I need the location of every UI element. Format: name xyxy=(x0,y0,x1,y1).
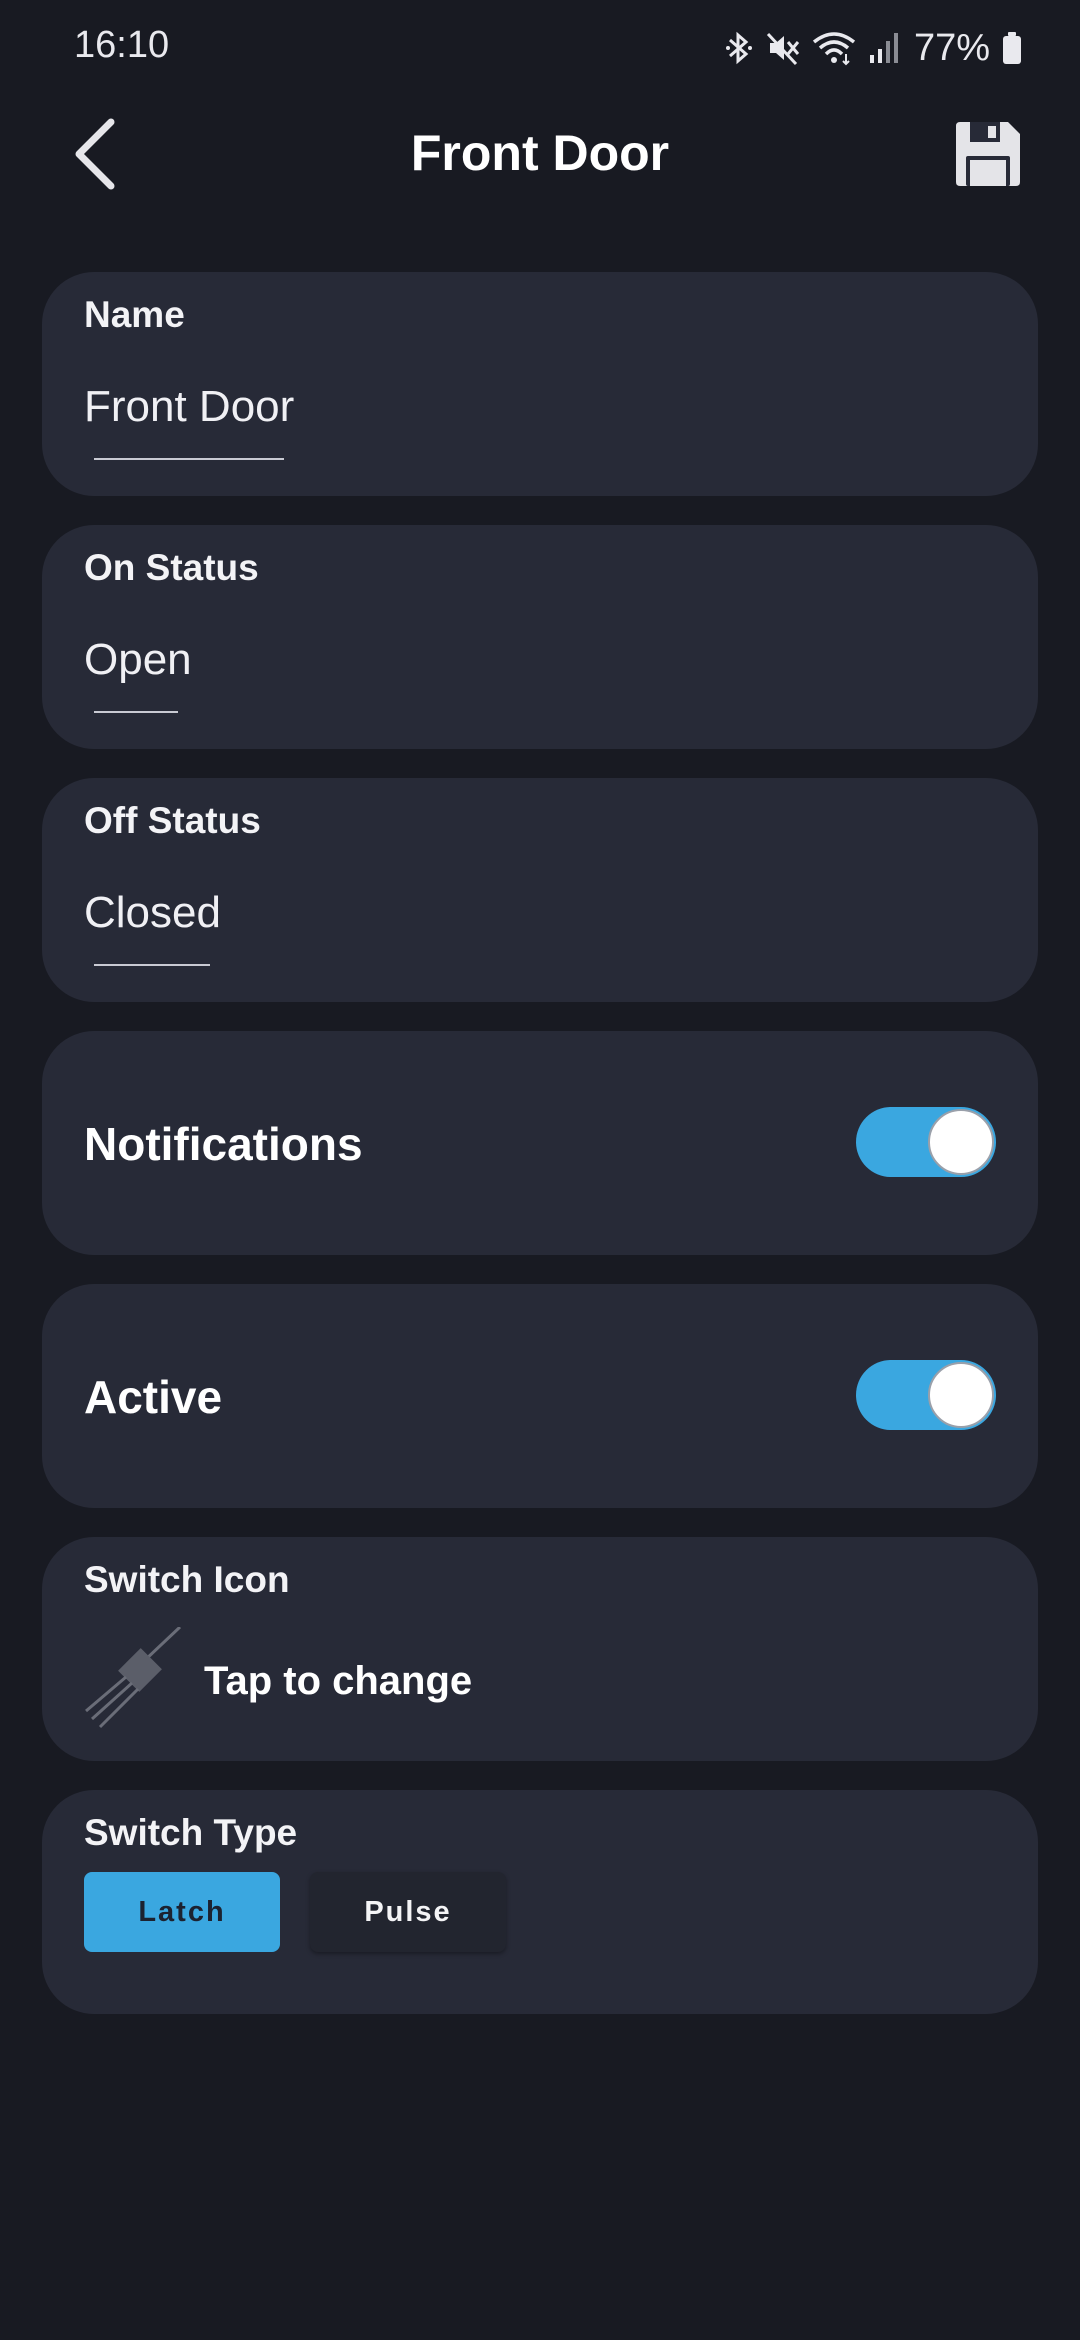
wifi-icon xyxy=(812,30,856,66)
save-button[interactable] xyxy=(946,114,1030,198)
switch-type-card: Switch Type Latch Pulse xyxy=(42,1790,1038,2014)
on-status-label: On Status xyxy=(84,547,259,588)
pulse-button[interactable]: Pulse xyxy=(310,1872,506,1952)
signal-icon xyxy=(868,31,898,65)
switch-icon-card: Switch Icon Tap to change xyxy=(42,1537,1038,1761)
bluetooth-icon xyxy=(724,30,754,66)
switch-type-selector: Latch Pulse xyxy=(84,1872,506,1952)
on-status-input[interactable]: Open xyxy=(84,635,200,703)
notifications-toggle[interactable] xyxy=(856,1107,996,1177)
status-time: 16:10 xyxy=(74,24,170,66)
active-card: Active xyxy=(42,1284,1038,1508)
on-status-underline xyxy=(94,711,178,713)
notifications-card: Notifications xyxy=(42,1031,1038,1255)
switch-type-label: Switch Type xyxy=(84,1812,298,1853)
notifications-toggle-knob xyxy=(928,1109,994,1175)
change-icon-button[interactable]: Tap to change xyxy=(80,1625,473,1736)
floppy-disk-icon xyxy=(952,118,1024,195)
active-toggle[interactable] xyxy=(856,1360,996,1430)
mute-icon xyxy=(766,30,800,66)
notifications-label: Notifications xyxy=(84,1118,363,1170)
name-input[interactable]: Front Door xyxy=(84,382,302,450)
battery-icon xyxy=(1002,31,1022,65)
switch-plug-icon xyxy=(80,1625,184,1736)
app-bar: Front Door xyxy=(0,96,1080,216)
off-status-input[interactable]: Closed xyxy=(84,888,229,956)
active-label: Active xyxy=(84,1371,223,1423)
name-underline xyxy=(94,458,284,460)
name-card: Name Front Door xyxy=(42,272,1038,496)
tap-to-change-text: Tap to change xyxy=(204,1659,473,1703)
off-status-card: Off Status Closed xyxy=(42,778,1038,1002)
off-status-label: Off Status xyxy=(84,800,261,841)
status-bar: 16:10 77% xyxy=(0,0,1080,96)
status-icons: 77% xyxy=(724,26,1022,70)
switch-icon-label: Switch Icon xyxy=(84,1559,290,1600)
page-title: Front Door xyxy=(410,125,670,181)
battery-percent: 77% xyxy=(913,26,990,69)
latch-button[interactable]: Latch xyxy=(84,1872,280,1952)
active-toggle-knob xyxy=(928,1362,994,1428)
off-status-underline xyxy=(94,964,210,966)
on-status-card: On Status Open xyxy=(42,525,1038,749)
name-label: Name xyxy=(84,294,185,335)
